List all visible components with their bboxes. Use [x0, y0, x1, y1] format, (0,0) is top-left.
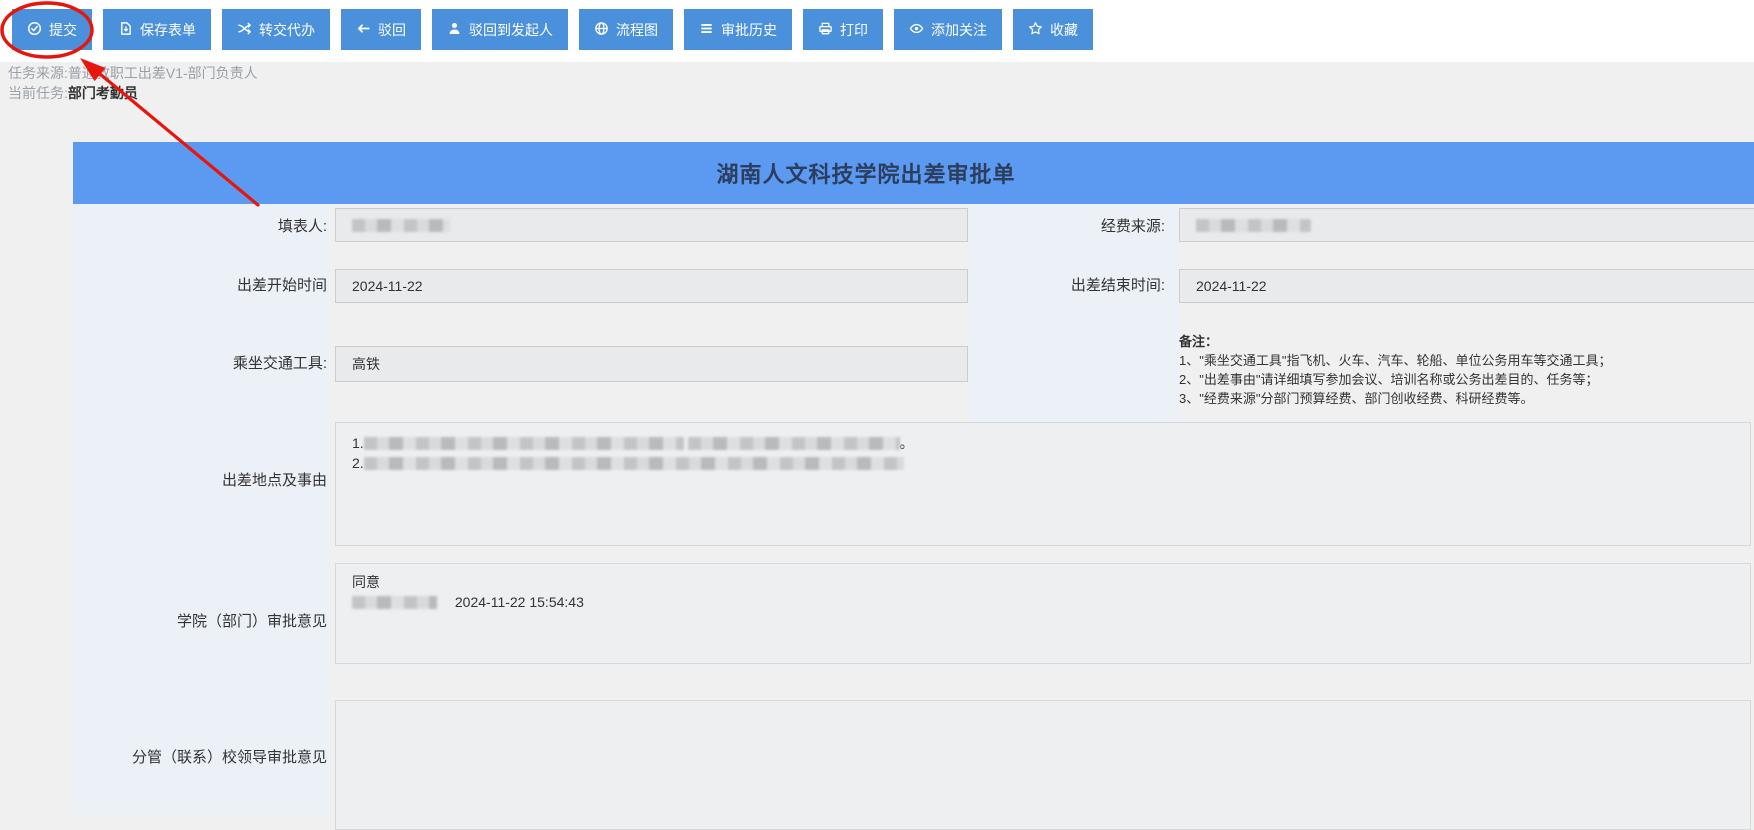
- save-file-icon: [118, 21, 133, 39]
- reject-to-initiator-button[interactable]: 驳回到发起人: [432, 9, 568, 50]
- notes-line: 1、"乘坐交通工具"指飞机、火车、汽车、轮船、单位公务用车等交通工具；: [1179, 351, 1611, 370]
- trip-reason-line-2: 2.: [352, 453, 1734, 473]
- submit-button[interactable]: 提交: [12, 9, 92, 50]
- transport-field[interactable]: 高铁: [335, 346, 968, 382]
- reject-button[interactable]: 驳回: [341, 9, 421, 50]
- current-task-line: 当前任务:部门考勤员: [8, 83, 258, 103]
- transport-label: 乘坐交通工具:: [27, 355, 327, 373]
- start-date-value: 2024-11-22: [352, 278, 423, 294]
- label-panel-right: [968, 204, 1179, 422]
- approver-name-redacted: [352, 596, 437, 609]
- notes-line: 2、"出差事由"请详细填写参加会议、培训名称或公务出差目的、任务等；: [1179, 370, 1611, 389]
- button-label: 保存表单: [140, 20, 196, 40]
- arrow-left-icon: [356, 21, 371, 39]
- reason-line2-prefix: 2.: [352, 455, 364, 471]
- preparer-value-redacted: [352, 219, 450, 232]
- dept-opinion-label: 学院（部门）审批意见: [27, 613, 327, 631]
- favorite-button[interactable]: 收藏: [1013, 9, 1093, 50]
- trip-reason-label: 出差地点及事由: [27, 472, 327, 490]
- preparer-field[interactable]: [335, 208, 968, 242]
- end-date-field[interactable]: 2024-11-22: [1179, 269, 1754, 303]
- approval-history-button[interactable]: 审批历史: [684, 9, 792, 50]
- preparer-label: 填表人:: [27, 218, 327, 236]
- reason-line1-suffix: 。: [900, 435, 914, 451]
- toolbar: 提交 保存表单 转交代办 驳回 驳回到发起人 流程图 审批历史: [0, 0, 1754, 62]
- button-label: 添加关注: [931, 20, 987, 40]
- button-label: 提交: [49, 20, 77, 40]
- start-date-field[interactable]: 2024-11-22: [335, 269, 968, 303]
- task-info: 任务来源:普通教职工出差V1-部门负责人 当前任务:部门考勤员: [8, 63, 258, 103]
- transfer-button[interactable]: 转交代办: [222, 9, 330, 50]
- button-label: 流程图: [616, 20, 658, 40]
- reason-line1-prefix: 1.: [352, 435, 364, 451]
- save-form-button[interactable]: 保存表单: [103, 9, 211, 50]
- eye-icon: [909, 21, 924, 39]
- leader-opinion-field[interactable]: [335, 700, 1751, 830]
- funding-source-field[interactable]: [1179, 208, 1754, 242]
- dept-opinion-decision: 同意: [352, 572, 1734, 592]
- notes-line: 3、"经费来源"分部门预算经费、部门创收经费、科研经费等。: [1179, 389, 1611, 408]
- funding-source-label: 经费来源:: [915, 218, 1165, 236]
- end-date-label: 出差结束时间:: [915, 277, 1165, 295]
- add-follow-button[interactable]: 添加关注: [894, 9, 1002, 50]
- dept-opinion-signature: 2024-11-22 15:54:43: [352, 592, 1734, 612]
- task-source-line: 任务来源:普通教职工出差V1-部门负责人: [8, 63, 258, 83]
- notes-title: 备注：: [1179, 332, 1611, 351]
- person-icon: [447, 21, 462, 39]
- form-title: 湖南人文科技学院出差审批单: [716, 157, 1015, 189]
- printer-icon: [818, 21, 833, 39]
- button-label: 转交代办: [259, 20, 315, 40]
- star-icon: [1028, 21, 1043, 39]
- trip-reason-line-1: 1. 。: [352, 433, 1734, 453]
- dept-opinion-timestamp: 2024-11-22 15:54:43: [455, 594, 584, 610]
- funding-source-value-redacted: [1196, 219, 1311, 232]
- list-icon: [699, 21, 714, 39]
- print-button[interactable]: 打印: [803, 9, 883, 50]
- reason-line2-redacted: [364, 457, 904, 470]
- current-task-label: 当前任务:: [8, 85, 68, 101]
- button-label: 收藏: [1050, 20, 1078, 40]
- shuffle-icon: [237, 21, 252, 39]
- button-label: 审批历史: [721, 20, 777, 40]
- current-task-value: 部门考勤员: [68, 85, 138, 101]
- business-trip-approval-page: { "toolbar": { "buttons": [ { "label": "…: [0, 0, 1754, 815]
- trip-reason-field[interactable]: 1. 。 2.: [335, 422, 1751, 546]
- start-date-label: 出差开始时间: [27, 277, 327, 295]
- globe-icon: [594, 21, 609, 39]
- form-title-bar: 湖南人文科技学院出差审批单: [73, 142, 1754, 204]
- dept-opinion-field[interactable]: 同意 2024-11-22 15:54:43: [335, 563, 1751, 664]
- button-label: 驳回到发起人: [469, 20, 553, 40]
- reason-line1-redacted-2: [688, 437, 900, 450]
- button-label: 驳回: [378, 20, 406, 40]
- transport-value: 高铁: [352, 354, 380, 374]
- reason-line1-redacted: [364, 437, 684, 450]
- flowchart-button[interactable]: 流程图: [579, 9, 673, 50]
- leader-opinion-label: 分管（联系）校领导审批意见: [27, 749, 327, 767]
- notes-block: 备注： 1、"乘坐交通工具"指飞机、火车、汽车、轮船、单位公务用车等交通工具； …: [1179, 332, 1611, 408]
- check-circle-icon: [27, 21, 42, 39]
- label-panel-left: [73, 204, 330, 815]
- end-date-value: 2024-11-22: [1196, 278, 1267, 294]
- button-label: 打印: [840, 20, 868, 40]
